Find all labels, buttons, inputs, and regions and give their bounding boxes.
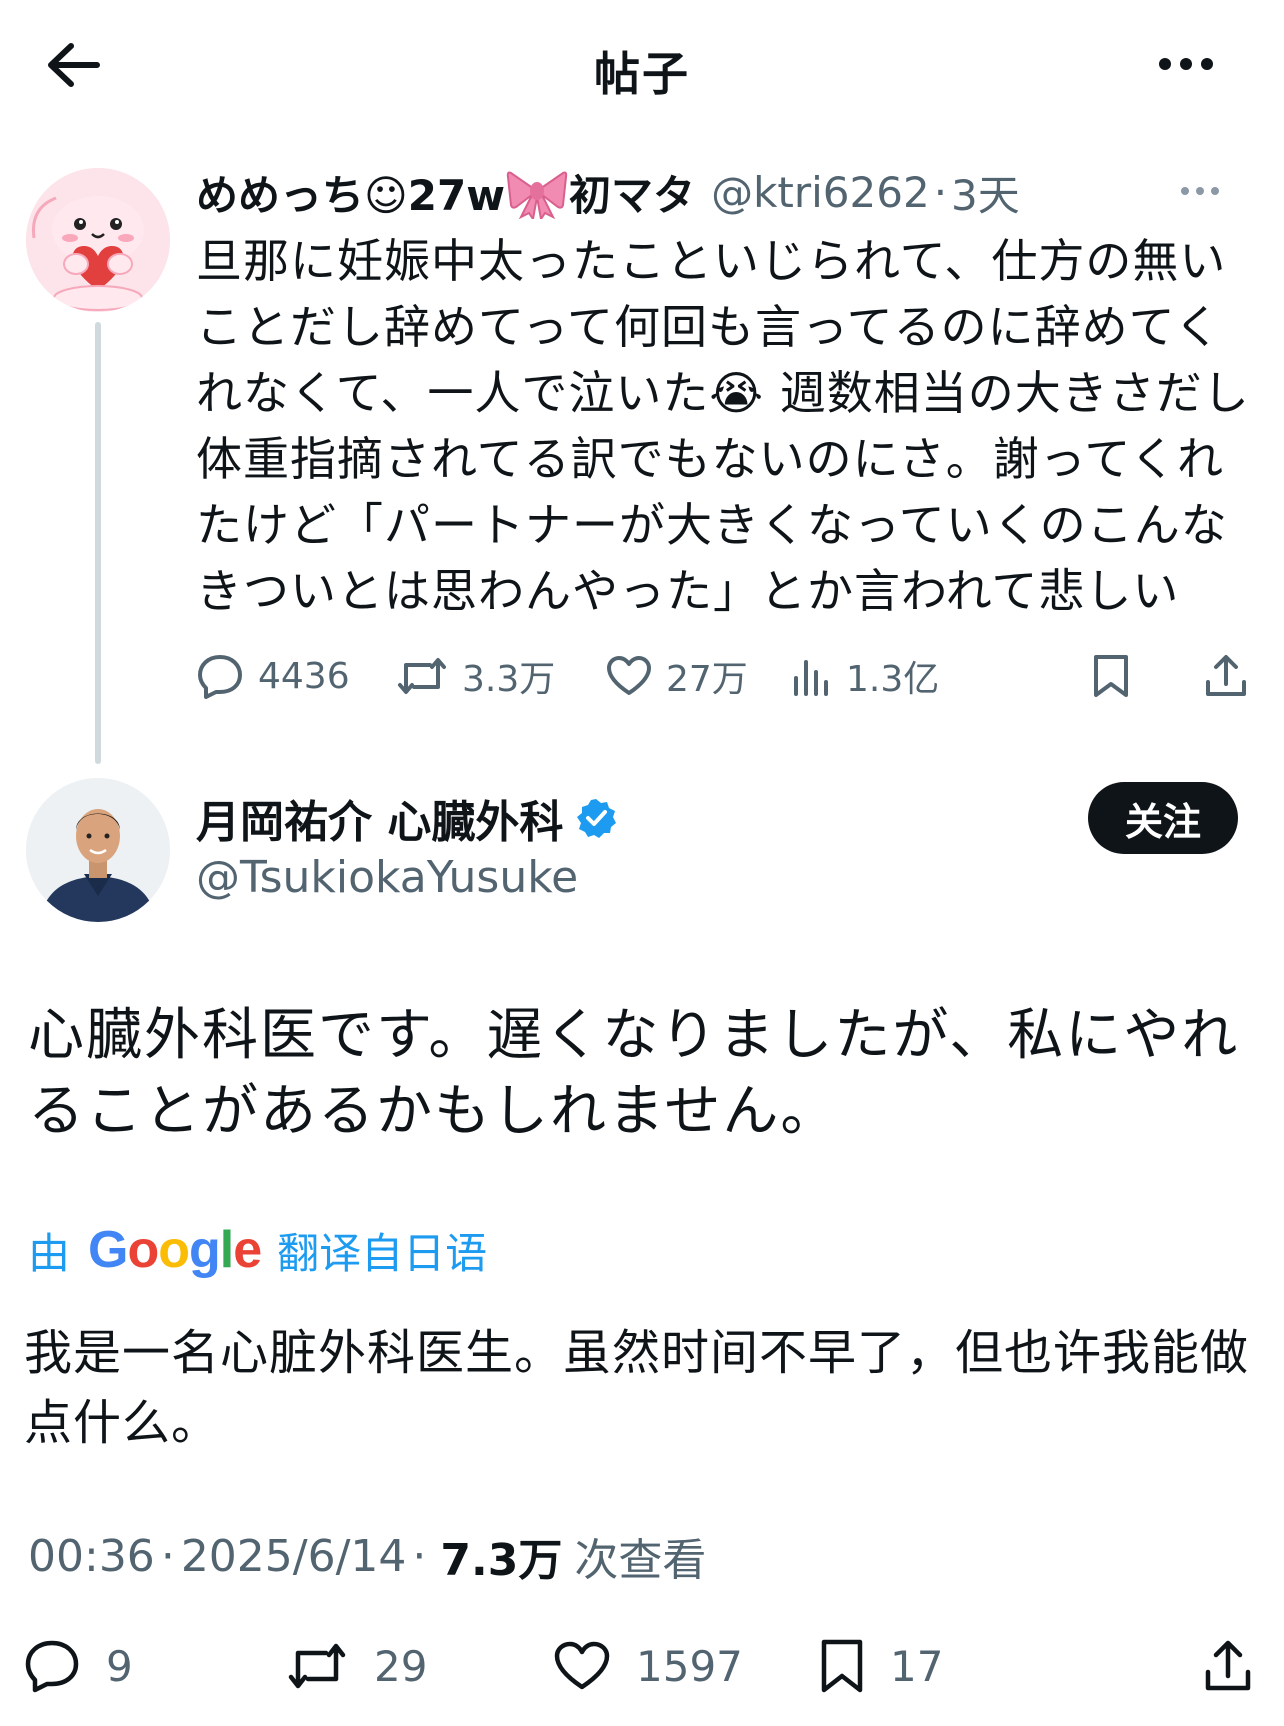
more-horizontal-icon — [1181, 187, 1219, 195]
separator-dot: · — [933, 167, 948, 217]
heart-character-avatar — [26, 168, 170, 312]
page-title: 帖子 — [594, 47, 690, 101]
heart-icon — [607, 656, 651, 695]
bookmark-count: 17 — [890, 1641, 944, 1691]
like-button[interactable]: 1597 — [554, 1626, 743, 1706]
more-options-button[interactable] — [1146, 44, 1226, 84]
bookmark-icon — [1094, 655, 1128, 697]
translation-attribution[interactable]: 由 Google 翻译自日语 — [28, 1220, 487, 1280]
post-meta: 00:36 · 2025/6/14 · 7.3万 次查看 — [28, 1526, 707, 1587]
post-timestamp[interactable]: 3天 — [951, 162, 1020, 223]
author-display-name[interactable]: めめっち☺27w — [196, 162, 505, 223]
follow-button[interactable]: 关注 — [1088, 782, 1238, 854]
share-button[interactable] — [1204, 1626, 1252, 1706]
repost-icon — [398, 658, 446, 694]
like-count: 1597 — [636, 1641, 743, 1691]
heart-icon — [554, 1641, 610, 1690]
verified-badge-icon[interactable] — [575, 797, 617, 839]
separator-dot: · — [412, 1530, 427, 1582]
avatar[interactable] — [26, 168, 170, 312]
repost-icon — [288, 1643, 346, 1689]
reply-author-display-name[interactable]: 月岡祐介 心臓外科 — [196, 786, 563, 850]
reply-icon — [198, 655, 242, 699]
bookmark-icon — [821, 1639, 863, 1693]
reply-author-row: 月岡祐介 心臓外科 — [196, 786, 617, 850]
reply-count: 4436 — [258, 655, 350, 697]
author-handle[interactable]: @ktri6262 — [711, 168, 930, 217]
share-icon — [1205, 1640, 1251, 1691]
post-date[interactable]: 2025/6/14 — [181, 1531, 407, 1582]
translation-prefix: 由 — [28, 1228, 71, 1278]
ribbon-emoji-icon — [506, 171, 568, 219]
reply-count: 9 — [106, 1641, 133, 1691]
post-text: 旦那に妊娠中太ったこといじられて、仕方の無いことだし辞めてって何回も言ってるのに… — [196, 234, 1250, 618]
analytics-icon — [794, 660, 828, 696]
post-more-button[interactable] — [1172, 174, 1228, 208]
like-button[interactable]: 27万 — [606, 644, 748, 708]
reply-button[interactable]: 9 — [24, 1626, 133, 1706]
view-count: 7.3万 — [440, 1535, 563, 1586]
google-logo: Google — [88, 1221, 262, 1279]
top-bar: 帖子 — [0, 0, 1284, 130]
post-time[interactable]: 00:36 — [28, 1531, 155, 1582]
author-display-name-suffix: 初マタ — [569, 170, 696, 220]
separator-dot: · — [160, 1530, 175, 1582]
view-count-label: 次查看 — [574, 1535, 707, 1586]
bookmark-button[interactable]: 17 — [820, 1626, 943, 1706]
share-button[interactable] — [1204, 644, 1248, 708]
reply-text: 心臓外科医です。遅くなりましたが、私にやれることがあるかもしれません。 — [28, 1003, 1240, 1144]
bookmark-button[interactable] — [1092, 644, 1130, 708]
post-action-bar: 4436 3.3万 27万 1.3亿 — [196, 644, 1260, 708]
doctor-profile-photo — [26, 778, 170, 922]
repost-button[interactable]: 3.3万 — [396, 644, 555, 708]
thread-connector-line — [95, 322, 101, 764]
repost-button[interactable]: 29 — [286, 1626, 427, 1706]
more-horizontal-icon — [1159, 58, 1213, 70]
repost-count: 3.3万 — [462, 659, 556, 700]
like-count: 27万 — [666, 659, 748, 700]
repost-count: 29 — [374, 1641, 428, 1691]
reply-action-bar: 9 29 1597 17 — [24, 1626, 1264, 1706]
reply-author-handle[interactable]: @TsukiokaYusuke — [196, 852, 578, 903]
share-icon — [1206, 655, 1246, 696]
avatar[interactable] — [26, 778, 170, 922]
view-count: 1.3亿 — [846, 659, 940, 700]
translation-suffix: 翻译自日语 — [277, 1228, 488, 1278]
reply-button[interactable]: 4436 — [196, 644, 350, 708]
views-button[interactable]: 1.3亿 — [792, 644, 939, 708]
translated-text: 我是一名心脏外科医生。虽然时间不早了，但也许我能做点什么。 — [24, 1325, 1250, 1451]
reply-icon — [25, 1640, 79, 1693]
post-author-row: めめっち☺27w 初マタ @ktri6262 · 3天 — [196, 162, 1020, 222]
